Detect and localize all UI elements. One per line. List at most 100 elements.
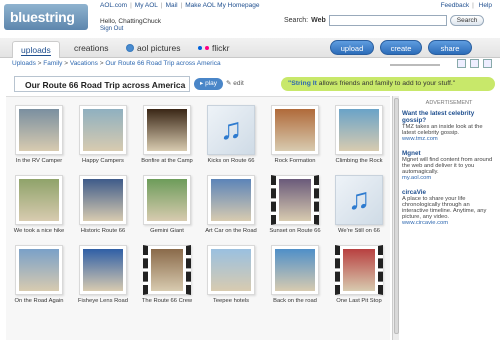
thumbnail-caption[interactable]: One Last Pit Stop [325, 298, 393, 304]
photo-thumbnail[interactable] [79, 175, 127, 225]
video-thumbnail[interactable] [143, 245, 191, 295]
utility-links: Feedback | Help [440, 2, 492, 9]
grid-view-icon[interactable] [470, 59, 479, 68]
thumbnail-image [83, 109, 123, 151]
photo-thumbnail[interactable] [271, 105, 319, 155]
photo-thumbnail[interactable] [79, 105, 127, 155]
music-note-icon: ♫ [347, 183, 371, 216]
feedback-link[interactable]: Feedback [441, 2, 470, 9]
thumbnail-caption[interactable]: Bonfire at the Camp [133, 158, 201, 164]
edit-label: edit [233, 80, 244, 87]
music-item[interactable]: ♫ [335, 175, 383, 225]
search-scope[interactable]: Web [311, 17, 326, 24]
crumb-vacations[interactable]: Vacations [70, 60, 98, 67]
photo-thumbnail[interactable] [143, 105, 191, 155]
ad-url[interactable]: my.aol.com [402, 175, 496, 181]
bluestring-logo[interactable]: bluestring [4, 4, 88, 30]
crumb-family[interactable]: Family [43, 60, 62, 67]
video-thumbnail[interactable] [271, 175, 319, 225]
thumbnail-caption[interactable]: Back on the road [261, 298, 329, 304]
ad-url[interactable]: www.circavie.com [402, 220, 496, 226]
thumbnail-image [19, 249, 59, 291]
photo-thumbnail[interactable] [143, 175, 191, 225]
music-item[interactable]: ♫ [207, 105, 255, 155]
thumbnail-image [275, 109, 315, 151]
list-view-icon[interactable] [483, 59, 492, 68]
thumbnail-caption[interactable]: Rock Formation [261, 158, 329, 164]
ad-item[interactable]: circaVie A place to share your life chro… [402, 189, 496, 226]
help-link[interactable]: Help [479, 2, 492, 9]
photo-thumbnail[interactable] [335, 105, 383, 155]
ad-url[interactable]: www.tmz.com [402, 136, 496, 142]
play-button[interactable]: ▸ play [194, 78, 224, 90]
thumbnail-image [211, 179, 251, 221]
scrollbar-thumb[interactable] [394, 98, 399, 334]
thumbnail-caption[interactable]: Historic Route 66 [69, 228, 137, 234]
edit-link[interactable]: ✎ edit [226, 79, 244, 87]
ad-body: Mgnet will find content from around the … [402, 157, 493, 175]
search-button[interactable]: Search [449, 15, 485, 26]
upload-button[interactable]: upload [330, 40, 374, 55]
zoom-icon[interactable] [457, 59, 466, 68]
thumbnail-caption[interactable]: Sunset on Route 66 [261, 228, 329, 234]
ad-item[interactable]: Mgnet Mgnet will find content from aroun… [402, 150, 496, 181]
thumbnail-image [151, 249, 183, 291]
tab-aol-pictures[interactable]: aol pictures [126, 41, 180, 55]
tab-flickr[interactable]: flickr [198, 41, 229, 55]
ad-item[interactable]: Want the latest celebrity gossip? TMZ ta… [402, 110, 496, 142]
aol-icon [126, 44, 134, 52]
photo-thumbnail[interactable] [15, 105, 63, 155]
photo-thumbnail[interactable] [15, 245, 63, 295]
thumbnail-caption[interactable]: Art Car on the Road [197, 228, 265, 234]
thumbnail-caption[interactable]: Happy Campers [69, 158, 137, 164]
video-thumbnail[interactable] [335, 245, 383, 295]
crumb-uploads[interactable]: Uploads [12, 60, 36, 67]
share-button[interactable]: share [428, 40, 472, 55]
ad-title[interactable]: Want the latest celebrity gossip? [402, 110, 496, 124]
gallery-scrollbar[interactable] [392, 96, 399, 340]
zoom-slider[interactable] [390, 64, 440, 66]
tab-creations-label: creations [74, 43, 109, 53]
thumbnail-caption[interactable]: We took a nice hike [5, 228, 73, 234]
breadcrumb: Uploads > Family > Vacations > Our Route… [12, 60, 221, 67]
thumbnail-caption[interactable]: Teepee hotels [197, 298, 265, 304]
link-aol[interactable]: AOL.com [100, 2, 127, 9]
thumbnail-caption[interactable]: On the Road Again [5, 298, 73, 304]
thumbnail-caption[interactable]: Gemini Giant [133, 228, 201, 234]
thumbnail-caption[interactable]: Kicks on Route 66 [197, 158, 265, 164]
album-title[interactable]: Our Route 66 Road Trip across America [14, 76, 190, 92]
thumbnail-caption[interactable]: Fisheye Lens Road [69, 298, 137, 304]
thumbnail-image [211, 249, 251, 291]
aol-links: AOL.com | My AOL | Mail | Make AOL My Homep… [100, 2, 260, 9]
tab-creations[interactable]: creations [74, 41, 109, 55]
search-input[interactable] [328, 15, 447, 26]
thumbnail-image [83, 179, 123, 221]
search-bar: Search: Web Search [284, 15, 485, 26]
link-make-homepage[interactable]: Make AOL My Homepage [185, 2, 259, 9]
view-controls [457, 59, 492, 68]
crumb-album[interactable]: Our Route 66 Road Trip across America [105, 60, 220, 67]
photo-thumbnail[interactable] [271, 245, 319, 295]
ad-title[interactable]: Mgnet [402, 150, 496, 157]
thumbnail-image [147, 179, 187, 221]
advertisement-panel: ADVERTISEMENT Want the latest celebrity … [402, 100, 496, 234]
header: bluestring AOL.com | My AOL | Mail | Make A… [0, 0, 500, 38]
thumbnail-caption[interactable]: We're Still on 66 [325, 228, 393, 234]
signout-link[interactable]: Sign Out [100, 26, 123, 32]
string-it-promo[interactable]: "String It allows friends and family to … [281, 77, 495, 91]
thumbnail-caption[interactable]: The Route 66 Crew [133, 298, 201, 304]
thumbnail-image [147, 109, 187, 151]
photo-thumbnail[interactable] [15, 175, 63, 225]
thumbnail-image [343, 249, 375, 291]
link-my-aol[interactable]: My AOL [135, 2, 158, 9]
ad-title[interactable]: circaVie [402, 189, 496, 196]
music-note-icon: ♫ [219, 113, 243, 146]
photo-thumbnail[interactable] [207, 175, 255, 225]
create-button[interactable]: create [380, 40, 422, 55]
photo-thumbnail[interactable] [207, 245, 255, 295]
thumbnail-caption[interactable]: In the RV Camper [5, 158, 73, 164]
tab-uploads[interactable]: uploads [12, 41, 60, 58]
link-mail[interactable]: Mail [166, 2, 178, 9]
photo-thumbnail[interactable] [79, 245, 127, 295]
thumbnail-caption[interactable]: Climbing the Rock [325, 158, 393, 164]
